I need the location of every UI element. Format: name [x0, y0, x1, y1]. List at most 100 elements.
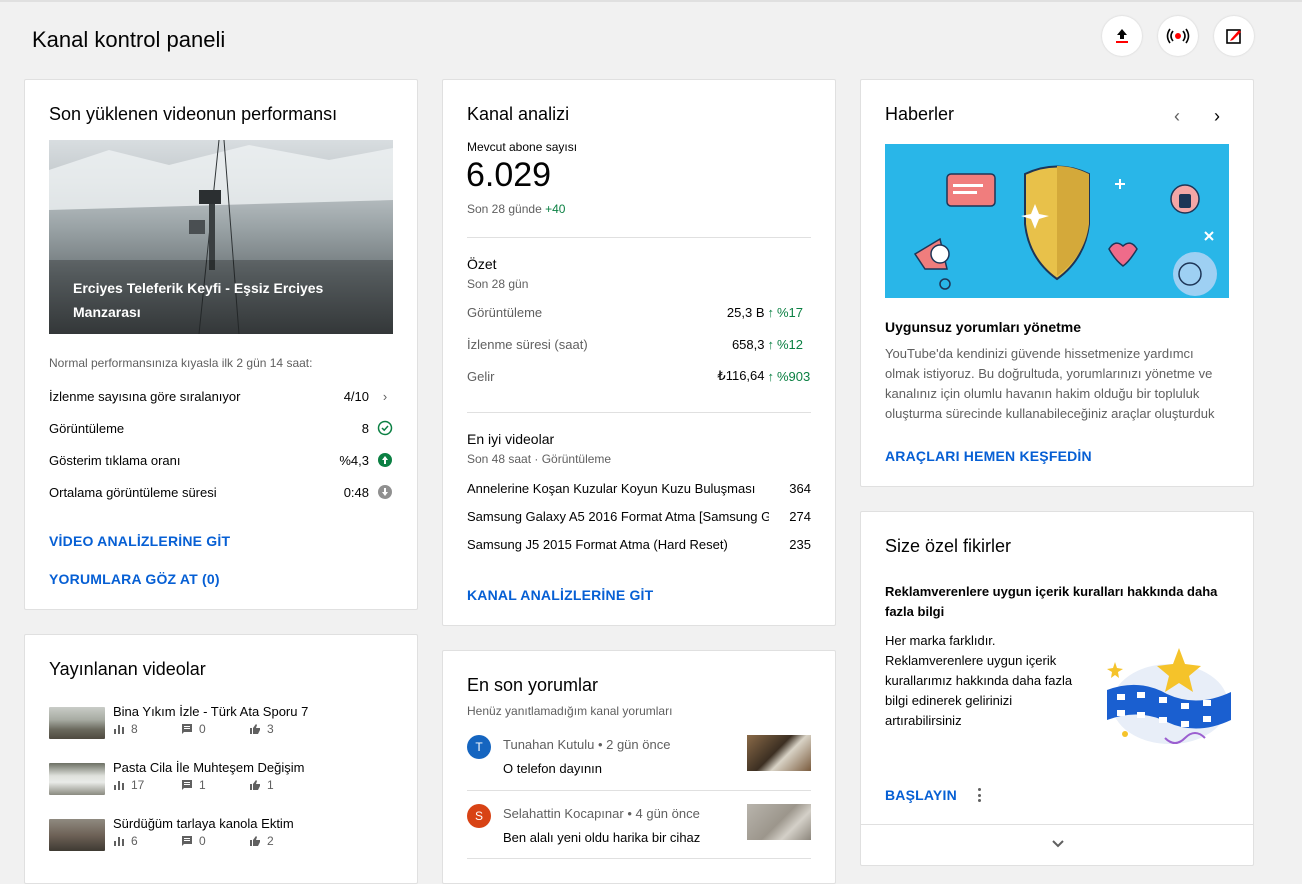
edit-post-icon	[1226, 29, 1241, 44]
avatar: S	[467, 804, 491, 828]
top-videos-period: Son 48 saat · Görüntüleme	[467, 452, 612, 466]
card-title: Haberler	[885, 104, 955, 124]
news-illustration	[885, 144, 1229, 298]
video-title: Pasta Cila İle Muhteşem Değişim	[113, 760, 305, 775]
row-label: Gösterim tıklama oranı	[49, 452, 181, 468]
video-thumbnail[interactable]: Erciyes Teleferik Keyfi - Eşsiz Erciyes …	[49, 140, 393, 334]
top-video-views: 364	[789, 480, 811, 496]
list-item[interactable]: Pasta Cila İle Muhteşem Değişim 17 1 1	[49, 760, 393, 799]
row-value: 0:48	[343, 484, 369, 500]
comment-item[interactable]: S Selahattin Kocapınar • 4 gün önce Ben …	[467, 804, 811, 864]
ranking-row[interactable]: İzlenme sayısına göre sıralanıyor 4/10 ›	[49, 386, 393, 406]
video-title: Sürdüğüm tarlaya kanola Ektim	[113, 816, 294, 831]
arrow-up-icon: ↑	[767, 336, 775, 352]
metric-value: ₺116,64	[717, 368, 765, 383]
summary-row-views: Görüntüleme 25,3 B ↑ %17	[467, 302, 811, 322]
previous-button[interactable]: ‹	[1167, 106, 1187, 126]
latest-video-performance-card: Son yüklenen videonun performansı Erciye…	[24, 79, 418, 610]
top-video-title: Annelerine Koşan Kuzular Koyun Kuzu Bulu…	[467, 480, 756, 496]
metric-label: Gelir	[467, 368, 495, 384]
divider	[467, 858, 811, 859]
divider	[467, 237, 811, 238]
comment-item[interactable]: T Tunahan Kutulu • 2 gün önce O telefon …	[467, 735, 811, 795]
arrow-down-circle-icon	[378, 485, 392, 499]
top-divider	[0, 0, 1302, 2]
thumbs-up-icon	[250, 724, 260, 734]
ctr-row: Gösterim tıklama oranı %4,3	[49, 450, 393, 470]
metric-value: 658,3	[731, 336, 765, 352]
get-started-link[interactable]: BAŞLAYIN	[885, 787, 957, 803]
like-count: 1	[267, 778, 274, 792]
comment-author: Tunahan Kutulu	[503, 737, 595, 752]
expand-button[interactable]	[1048, 834, 1068, 854]
top-video-row[interactable]: Samsung J5 2015 Format Atma (Hard Reset)…	[467, 534, 811, 554]
performance-intro: Normal performansınıza kıyasla ilk 2 gün…	[49, 356, 313, 370]
upload-button[interactable]	[1102, 16, 1142, 56]
metric-change: %17	[777, 304, 804, 320]
metric-change: %903	[777, 368, 811, 384]
video-thumbnail-title: Erciyes Teleferik Keyfi - Eşsiz Erciyes …	[73, 280, 324, 320]
top-video-views: 274	[789, 508, 811, 524]
metric-value: 25,3 B	[726, 304, 765, 320]
channel-analytics-card: Kanal analizi Mevcut abone sayısı 6.029 …	[442, 79, 836, 626]
list-item[interactable]: Bina Yıkım İzle - Türk Ata Sporu 7 8 0 3	[49, 704, 393, 743]
create-post-button[interactable]	[1214, 16, 1254, 56]
summary-period: Son 28 gün	[467, 277, 529, 291]
subscriber-count: 6.029	[466, 156, 552, 194]
metric-change: %12	[777, 336, 804, 352]
card-title: Yayınlanan videolar	[49, 659, 206, 679]
video-thumbnail	[49, 763, 105, 795]
like-count: 2	[267, 834, 274, 848]
comment-time: • 4 gün önce	[627, 806, 700, 821]
channel-analytics-link[interactable]: KANAL ANALİZLERİNE GİT	[467, 587, 653, 603]
card-title: En son yorumlar	[467, 675, 599, 695]
video-thumbnail	[49, 707, 105, 739]
comment-icon	[182, 836, 192, 846]
summary-row-revenue: Gelir ₺116,64 ↑ %903	[467, 366, 811, 386]
comment-icon	[182, 780, 192, 790]
video-title: Bina Yıkım İzle - Türk Ata Sporu 7	[113, 704, 309, 719]
row-value: 4/10	[343, 388, 369, 404]
row-label: Ortalama görüntüleme süresi	[49, 484, 217, 500]
arrow-up-icon: ↑	[767, 368, 775, 384]
video-thumbnail	[747, 804, 811, 840]
explore-tools-link[interactable]: ARAÇLARI HEMEN KEŞFEDİN	[885, 448, 1092, 464]
top-videos-title: En iyi videolar	[467, 431, 555, 447]
row-value: 8	[361, 420, 369, 436]
top-video-row[interactable]: Annelerine Koşan Kuzular Koyun Kuzu Bulu…	[467, 478, 811, 498]
card-title: Size özel fikirler	[885, 536, 1012, 556]
chevron-right-icon: ›	[1214, 105, 1220, 126]
film-star-illustration	[1107, 648, 1231, 744]
subscriber-period: Son 28 günde	[467, 202, 542, 216]
ideas-card: Size özel fikirler Reklamverenlere uygun…	[860, 511, 1254, 866]
like-count: 3	[267, 722, 274, 736]
top-video-title: Samsung J5 2015 Format Atma (Hard Reset)	[467, 536, 728, 552]
metric-label: İzlenme süresi (saat)	[467, 336, 588, 352]
bar-chart-icon	[114, 837, 124, 846]
more-options-icon[interactable]	[973, 786, 985, 804]
top-video-row[interactable]: Samsung Galaxy A5 2016 Format Atma [Sams…	[467, 506, 811, 526]
comment-count: 0	[199, 834, 206, 848]
video-thumbnail	[49, 819, 105, 851]
chevron-down-icon	[1052, 840, 1064, 848]
news-card: Haberler ‹ › Uygunsuz yorumları yönetme …	[860, 79, 1254, 487]
latest-comments-card: En son yorumlar Henüz yanıtlamadığım kan…	[442, 650, 836, 884]
view-count: 17	[131, 778, 145, 792]
list-item[interactable]: Sürdüğüm tarlaya kanola Ektim 6 0 2	[49, 816, 393, 855]
bar-chart-icon	[114, 781, 124, 790]
top-video-views: 235	[789, 536, 811, 552]
video-analytics-link[interactable]: VİDEO ANALİZLERİNE GİT	[49, 533, 230, 549]
view-comments-link[interactable]: YORUMLARA GÖZ AT (0)	[49, 571, 220, 587]
card-title: Kanal analizi	[467, 104, 570, 124]
summary-row-watch-time: İzlenme süresi (saat) 658,3 ↑ %12	[467, 334, 811, 354]
subscriber-label: Mevcut abone sayısı	[467, 140, 578, 154]
metric-label: Görüntüleme	[467, 304, 543, 320]
next-button[interactable]: ›	[1207, 106, 1227, 126]
comment-count: 1	[199, 778, 206, 792]
divider	[467, 790, 811, 791]
live-broadcast-icon	[1166, 28, 1190, 44]
row-label: Görüntüleme	[49, 420, 125, 436]
subscriber-change: Son 28 günde +40	[467, 202, 565, 216]
go-live-button[interactable]	[1158, 16, 1198, 56]
card-title: Son yüklenen videonun performansı	[49, 104, 338, 124]
